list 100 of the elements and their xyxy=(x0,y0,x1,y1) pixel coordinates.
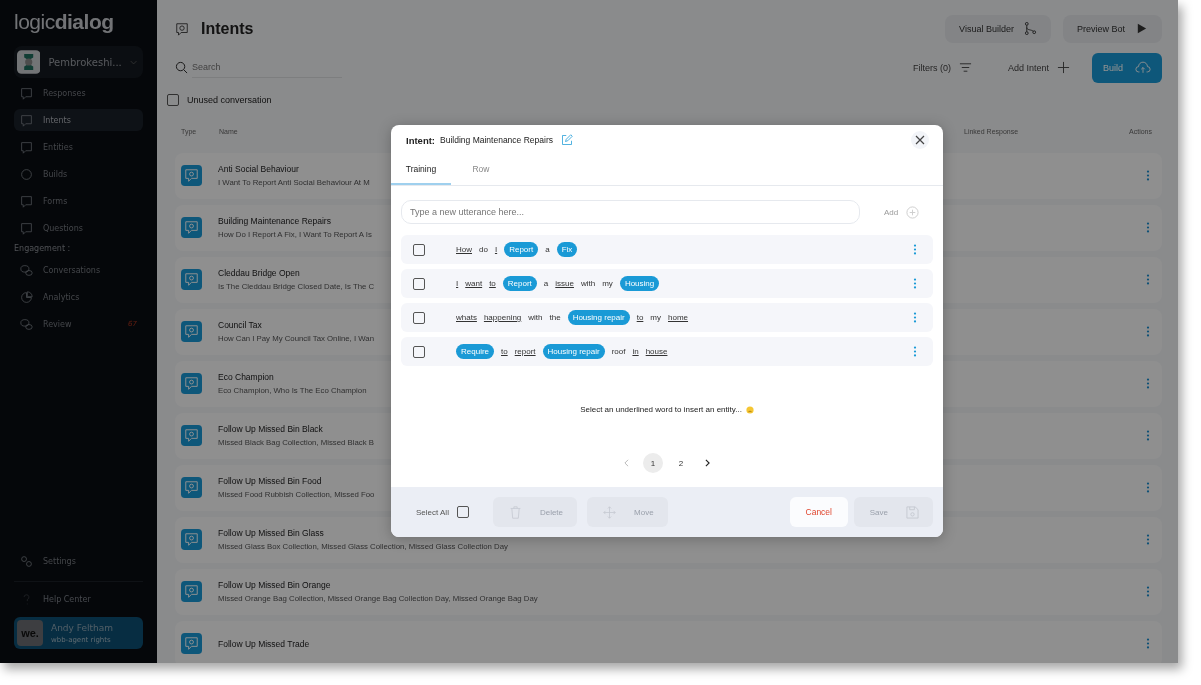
underlined-word[interactable]: to xyxy=(501,347,508,356)
checkbox[interactable] xyxy=(456,506,469,518)
visual-builder-button[interactable]: Visual Builder xyxy=(945,14,1051,43)
underlined-word[interactable]: I xyxy=(456,279,459,288)
nav-item[interactable]: Responses xyxy=(14,82,143,104)
save-icon xyxy=(906,505,919,519)
trash-icon xyxy=(508,505,522,519)
more-options-icon[interactable] xyxy=(1146,222,1150,233)
underlined-word[interactable]: issue xyxy=(555,279,574,288)
intent-name: Follow Up Missed Bin Food xyxy=(218,476,323,486)
nav-item[interactable]: Questions xyxy=(14,217,143,239)
intent-type-icon xyxy=(181,425,202,446)
pie-chart-icon xyxy=(20,290,33,304)
entity-tag[interactable]: Housing xyxy=(619,276,660,291)
intent-type-icon xyxy=(181,269,202,290)
entity-tag[interactable]: Report xyxy=(504,242,539,257)
underlined-word[interactable]: house xyxy=(645,347,668,356)
add-button[interactable]: Add xyxy=(878,204,926,220)
nav-item[interactable]: Forms xyxy=(14,190,143,212)
settings-link[interactable]: Settings xyxy=(14,550,143,572)
nav-item[interactable]: Intents xyxy=(14,109,143,131)
build-button[interactable]: Build xyxy=(1092,52,1162,83)
more-options-icon[interactable] xyxy=(1146,378,1150,389)
chat-bubble-icon xyxy=(20,194,33,208)
intent-type-icon xyxy=(181,165,202,186)
checkbox[interactable] xyxy=(413,345,425,358)
intent-name: Follow Up Missed Trade xyxy=(218,638,310,649)
underlined-word[interactable]: home xyxy=(668,313,689,322)
close-icon xyxy=(915,135,925,145)
underlined-word[interactable]: whats xyxy=(456,313,477,322)
intent-type-icon xyxy=(181,529,202,550)
entity-tag[interactable]: Report xyxy=(502,276,537,291)
close-button[interactable] xyxy=(911,131,929,149)
more-options-icon[interactable] xyxy=(1146,430,1150,441)
underlined-word[interactable]: to xyxy=(489,279,496,288)
checkbox[interactable] xyxy=(167,93,179,106)
intent-type-icon xyxy=(181,321,202,342)
branch-icon xyxy=(1023,22,1037,36)
intent-name: Building Maintenance Repairs xyxy=(218,216,332,226)
page-button[interactable]: 1 xyxy=(643,453,663,473)
utterance-field[interactable]: Type a new utterance here... xyxy=(401,200,860,224)
chat-bubble-icon xyxy=(20,113,33,127)
more-options-icon[interactable] xyxy=(1146,326,1150,337)
filters-button[interactable]: Filters (0) xyxy=(898,61,986,75)
more-options-icon[interactable] xyxy=(1146,482,1150,493)
filter-icon xyxy=(958,61,972,75)
add-intent-button[interactable]: Add Intent xyxy=(993,61,1084,75)
cloud-upload-icon xyxy=(1135,61,1151,75)
edit-icon[interactable] xyxy=(560,134,573,146)
more-options-icon[interactable] xyxy=(1146,586,1150,597)
more-options-icon[interactable] xyxy=(913,244,917,255)
intent-name: Cleddau Bridge Open xyxy=(218,268,301,278)
move-icon xyxy=(603,505,617,519)
nav-item[interactable]: Conversations xyxy=(14,259,143,281)
nav-item[interactable]: Entities xyxy=(14,136,143,158)
help-center-link[interactable]: Help Center xyxy=(14,588,143,610)
entity-tag[interactable]: Housing repair xyxy=(542,344,605,359)
intent-name: Anti Social Behaviour xyxy=(218,164,300,174)
checkbox-label: Unused conversation xyxy=(187,94,272,105)
preview-bot-button[interactable]: Preview Bot xyxy=(1062,14,1162,43)
underlined-word[interactable]: want xyxy=(465,279,483,288)
more-options-icon[interactable] xyxy=(913,312,917,323)
utterance-word: my xyxy=(602,279,613,288)
entity-tag[interactable]: Fix xyxy=(556,242,578,257)
checkbox[interactable] xyxy=(413,311,425,324)
utterance-word: roof xyxy=(611,347,626,356)
entity-tag[interactable]: Require xyxy=(456,344,494,359)
nav-item[interactable]: Analytics xyxy=(14,286,143,308)
tab[interactable]: Training xyxy=(391,155,451,185)
page-button[interactable]: 2 xyxy=(671,453,691,473)
search-field[interactable]: Search xyxy=(192,57,342,79)
tab[interactable]: Row xyxy=(451,155,511,185)
underlined-word[interactable]: to xyxy=(636,313,644,322)
underlined-word[interactable]: happening xyxy=(483,313,522,322)
intent-name: Building Maintenance Repairs xyxy=(440,135,553,145)
more-options-icon[interactable] xyxy=(1146,638,1150,649)
sad-emoji-icon xyxy=(745,405,754,414)
more-options-icon[interactable] xyxy=(1146,170,1150,181)
intent-name: Council Tax xyxy=(218,320,263,330)
utterance-word: a xyxy=(543,279,549,288)
underlined-word[interactable]: in xyxy=(632,347,639,356)
checkbox[interactable] xyxy=(413,277,425,290)
underlined-word[interactable]: How xyxy=(456,245,472,254)
entity-tag[interactable]: Housing repair xyxy=(567,310,630,325)
more-options-icon[interactable] xyxy=(1146,274,1150,285)
intent-type-icon xyxy=(181,581,202,602)
underlined-word[interactable]: I xyxy=(494,245,498,254)
cancel-button[interactable]: Cancel xyxy=(789,497,848,527)
nav-item[interactable]: Builds xyxy=(14,163,143,185)
chat-bubble-icon xyxy=(20,140,33,154)
more-options-icon[interactable] xyxy=(913,346,917,357)
chat-bubble-icon xyxy=(20,86,33,100)
more-options-icon[interactable] xyxy=(913,278,917,289)
intent-name: Follow Up Missed Bin Glass xyxy=(218,528,325,538)
logo: logicdialog xyxy=(14,10,115,34)
intent-row[interactable]: Follow Up Missed Trade xyxy=(175,620,1162,663)
more-options-icon[interactable] xyxy=(1146,534,1150,545)
underlined-word[interactable]: report xyxy=(514,347,536,356)
workspace-selector[interactable]: Pembrokeshi... xyxy=(14,46,143,78)
checkbox[interactable] xyxy=(413,243,425,256)
